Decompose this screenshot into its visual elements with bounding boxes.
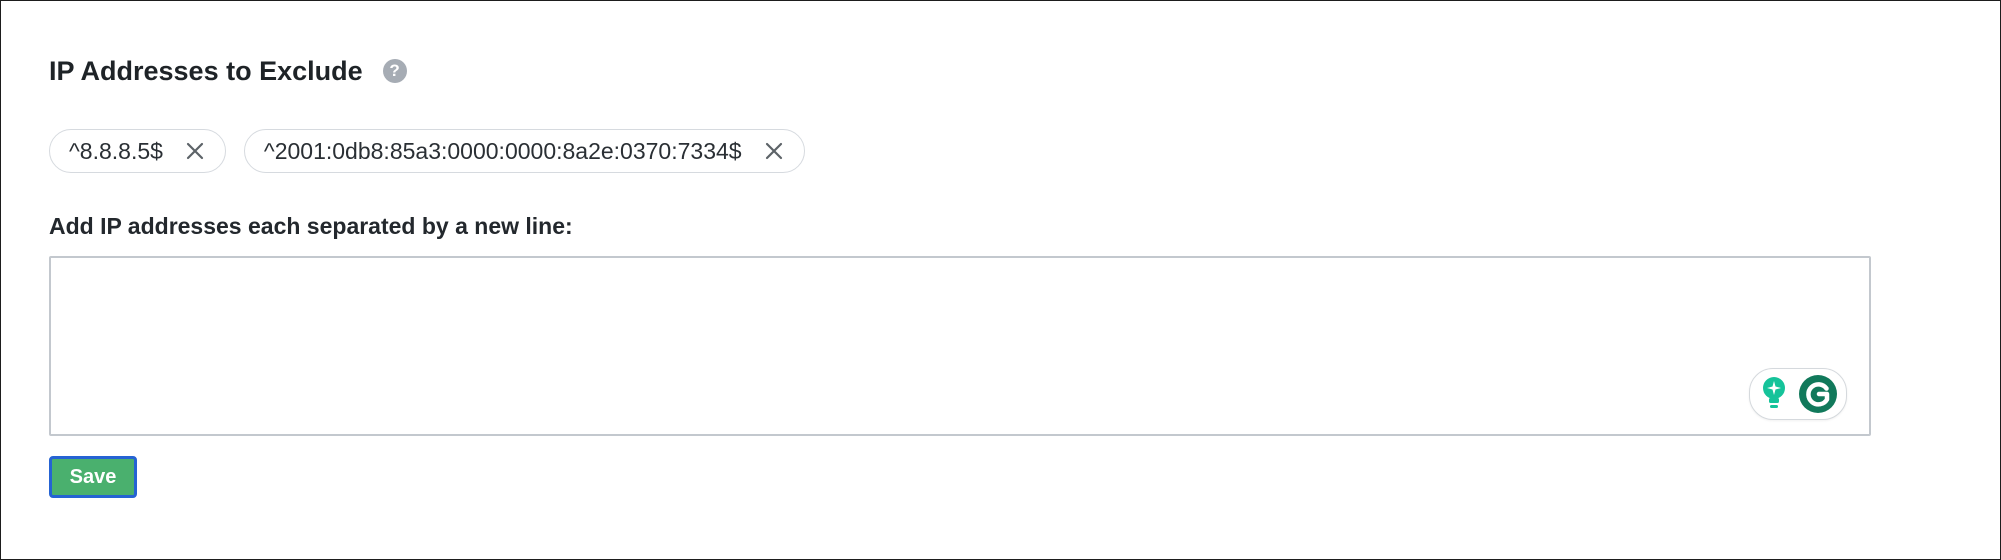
ip-chip-label: ^8.8.8.5$ — [69, 137, 163, 164]
ip-chip: ^8.8.8.5$ — [49, 129, 226, 173]
grammarly-widget[interactable] — [1749, 368, 1847, 420]
textarea-label: Add IP addresses each separated by a new… — [49, 213, 573, 239]
grammarly-logo-icon[interactable] — [1798, 374, 1838, 414]
save-button[interactable]: Save — [49, 456, 137, 498]
ip-textarea-wrapper — [49, 256, 1871, 436]
close-icon[interactable] — [183, 139, 207, 163]
close-icon-glyph — [186, 142, 204, 160]
section-title: IP Addresses to Exclude — [49, 55, 363, 86]
close-icon-glyph — [765, 142, 782, 160]
ip-chip: ^2001:0db8:85a3:0000:0000:8a2e:0370:7334… — [243, 129, 805, 173]
section-header: IP Addresses to Exclude ? — [49, 41, 1871, 101]
ip-addresses-textarea[interactable] — [49, 256, 1871, 436]
lightbulb-icon[interactable] — [1758, 375, 1790, 413]
ip-chip-label: ^2001:0db8:85a3:0000:0000:8a2e:0370:7334… — [263, 137, 742, 164]
ip-exclusion-section: IP Addresses to Exclude ? ^8.8.8.5$ ^200… — [49, 41, 1871, 498]
excluded-ip-chips: ^8.8.8.5$ ^2001:0db8:85a3:0000:0000:8a2e… — [49, 129, 1871, 173]
settings-panel: IP Addresses to Exclude ? ^8.8.8.5$ ^200… — [0, 0, 2001, 560]
question-circle-icon[interactable]: ? — [382, 59, 407, 83]
close-icon[interactable] — [762, 139, 786, 163]
